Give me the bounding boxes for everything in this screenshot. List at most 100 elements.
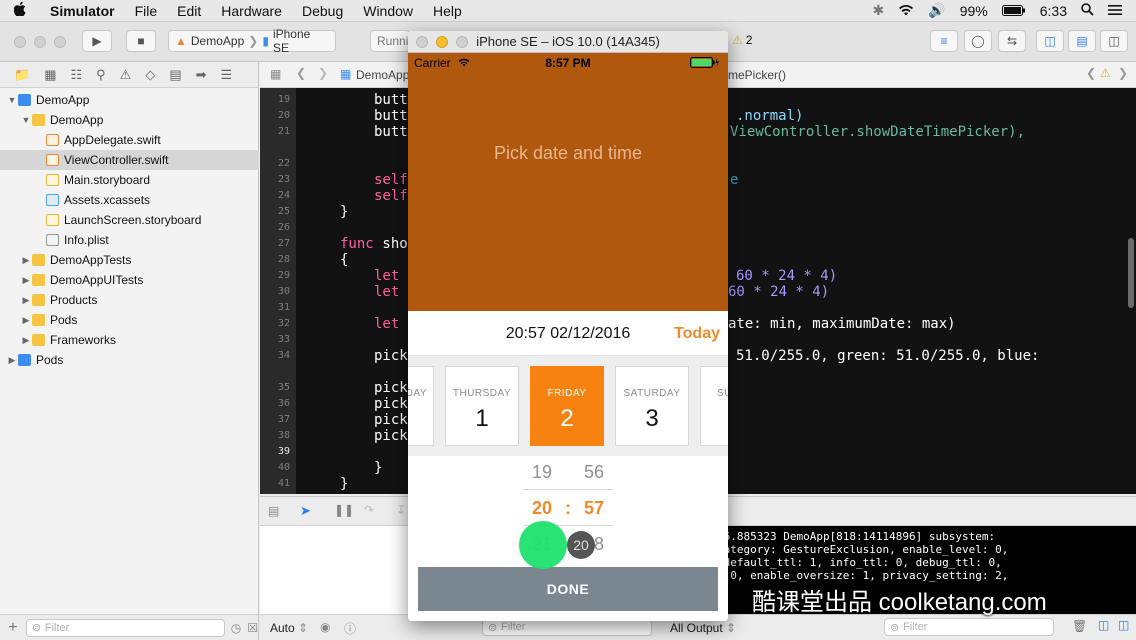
window-close-button[interactable] (14, 36, 26, 48)
menu-debug[interactable]: Debug (292, 3, 353, 19)
window-zoom-button[interactable] (54, 36, 66, 48)
line-number[interactable]: 37 (260, 414, 290, 425)
split-view-right-icon[interactable]: ◫ (1118, 618, 1129, 632)
line-number[interactable]: 38 (260, 430, 290, 441)
line-number[interactable]: 20 (260, 110, 290, 121)
hide-debug-area-icon[interactable]: ▤ (268, 504, 279, 518)
line-number[interactable]: 29 (260, 270, 290, 281)
toggle-debug-area-button[interactable]: ▤ (1068, 30, 1096, 52)
day-card-next[interactable]: SU (700, 366, 728, 446)
navigator-item[interactable]: ▼ DemoApp (0, 110, 259, 130)
line-number[interactable]: 36 (260, 398, 290, 409)
assistant-editor-button[interactable]: ◯ (964, 30, 992, 52)
find-navigator-icon[interactable]: ⚲ (96, 67, 106, 83)
hero-banner[interactable]: Pick date and time (408, 53, 728, 311)
minute-option-prev[interactable]: 56 (574, 462, 614, 483)
issue-warning-icon[interactable]: ⚠ (1100, 66, 1111, 80)
disclosure-closed-icon[interactable]: ▶ (20, 335, 32, 346)
add-file-icon[interactable]: + (0, 619, 26, 637)
print-description-icon[interactable]: ⓘ (344, 620, 356, 637)
bluetooth-icon[interactable]: ✱ (873, 2, 885, 19)
spotlight-search-icon[interactable] (1081, 2, 1094, 19)
debug-navigator-icon[interactable]: ▤ (169, 67, 181, 83)
console-output-select[interactable]: All Output ⇕ (670, 621, 736, 635)
day-strip[interactable]: DAY THURSDAY 1 FRIDAY 2 SATURDAY 3 SU (408, 356, 728, 456)
next-issue-chevron-icon[interactable]: ❯ (1118, 66, 1128, 80)
volume-icon[interactable]: 🔊 (928, 2, 945, 19)
navigator-filter-input[interactable]: ⊜ Filter (25, 618, 225, 637)
variables-scope-select[interactable]: Auto ⇕ (270, 621, 308, 635)
navigator-item[interactable]: ▶ Pods (0, 350, 259, 370)
standard-editor-button[interactable]: ≡ (930, 30, 958, 52)
report-navigator-icon[interactable]: ☰ (221, 67, 233, 83)
split-view-left-icon[interactable]: ◫ (1098, 618, 1109, 632)
forward-chevron-icon[interactable]: ❯ (318, 66, 328, 80)
navigator-item[interactable]: Main.storyboard (0, 170, 259, 190)
disclosure-closed-icon[interactable]: ▶ (20, 295, 32, 306)
step-over-icon[interactable]: ↷ (364, 503, 374, 517)
breakpoint-navigator-icon[interactable]: ➡ (196, 67, 207, 83)
console-filter-input[interactable]: ⊜ Filter (884, 618, 1054, 636)
version-editor-button[interactable]: ⇆ (998, 30, 1026, 52)
line-number[interactable]: 25 (260, 206, 290, 217)
breakpoints-toggle-icon[interactable]: ➤ (300, 503, 311, 519)
warning-count[interactable]: ⚠ 2 (732, 33, 752, 47)
done-button[interactable]: DONE (418, 567, 718, 611)
day-card-prev[interactable]: DAY (408, 366, 434, 446)
menu-hardware[interactable]: Hardware (211, 3, 292, 19)
quick-look-eye-icon[interactable]: ◉ (320, 620, 330, 634)
menu-help[interactable]: Help (423, 3, 472, 19)
disclosure-closed-icon[interactable]: ▶ (20, 315, 32, 326)
related-items-icon[interactable]: ▦ (270, 67, 281, 81)
line-number[interactable]: 32 (260, 318, 290, 329)
stop-button[interactable]: ■ (126, 30, 156, 52)
line-number[interactable]: 24 (260, 190, 290, 201)
line-number[interactable]: 41 (260, 478, 290, 489)
navigator-item[interactable]: ▶ Frameworks (0, 330, 259, 350)
issue-navigator-icon[interactable]: ⚠ (120, 67, 132, 83)
symbol-navigator-icon[interactable]: ☷ (70, 67, 82, 83)
day-card-saturday[interactable]: SATURDAY 3 (615, 366, 689, 446)
wifi-icon[interactable] (898, 3, 914, 19)
line-number[interactable]: 27 (260, 238, 290, 249)
navigator-item[interactable]: ▼ DemoApp (0, 90, 259, 110)
notification-center-icon[interactable] (1108, 3, 1122, 19)
line-number[interactable]: 30 (260, 286, 290, 297)
navigator-item[interactable]: LaunchScreen.storyboard (0, 210, 259, 230)
run-button[interactable]: ▶ (82, 30, 112, 52)
disclosure-closed-icon[interactable]: ▶ (6, 355, 18, 366)
line-number[interactable]: 21 (260, 126, 290, 137)
project-navigator-folder-icon[interactable]: 📁 (14, 67, 30, 83)
line-number[interactable]: 39 (260, 446, 290, 457)
line-number[interactable]: 33 (260, 334, 290, 345)
navigator-item[interactable]: ▶ DemoAppTests (0, 250, 259, 270)
prev-issue-chevron-icon[interactable]: ❮ (1086, 66, 1096, 80)
test-navigator-icon[interactable]: ◇ (145, 67, 155, 83)
line-number[interactable]: 35 (260, 382, 290, 393)
line-number[interactable]: 34 (260, 350, 290, 361)
navigator-item[interactable]: ViewController.swift (0, 150, 259, 170)
line-number[interactable]: 23 (260, 174, 290, 185)
apple-menu-icon[interactable] (0, 1, 40, 20)
sim-close-button[interactable] (416, 36, 428, 48)
recent-files-icon[interactable]: ◷ (231, 621, 241, 635)
window-minimize-button[interactable] (34, 36, 46, 48)
line-number[interactable]: 28 (260, 254, 290, 265)
line-number[interactable]: 22 (260, 158, 290, 169)
menu-window[interactable]: Window (353, 3, 423, 19)
day-card-thursday[interactable]: THURSDAY 1 (445, 366, 519, 446)
today-button[interactable]: Today (674, 325, 720, 343)
sim-minimize-button[interactable] (436, 36, 448, 48)
disclosure-open-icon[interactable]: ▼ (20, 115, 32, 125)
navigator-item[interactable]: ▶ DemoAppUITests (0, 270, 259, 290)
line-number[interactable]: 19 (260, 94, 290, 105)
disclosure-open-icon[interactable]: ▼ (6, 95, 18, 105)
back-chevron-icon[interactable]: ❮ (296, 66, 306, 80)
day-card-friday[interactable]: FRIDAY 2 (530, 366, 604, 446)
battery-icon[interactable] (1001, 3, 1026, 19)
toggle-navigator-button[interactable]: ◫ (1036, 30, 1064, 52)
minute-option-selected[interactable]: 57 (574, 498, 614, 519)
source-control-icon[interactable]: ▦ (44, 67, 56, 83)
navigator-item[interactable]: AppDelegate.swift (0, 130, 259, 150)
hour-option-prev[interactable]: 19 (522, 462, 562, 483)
